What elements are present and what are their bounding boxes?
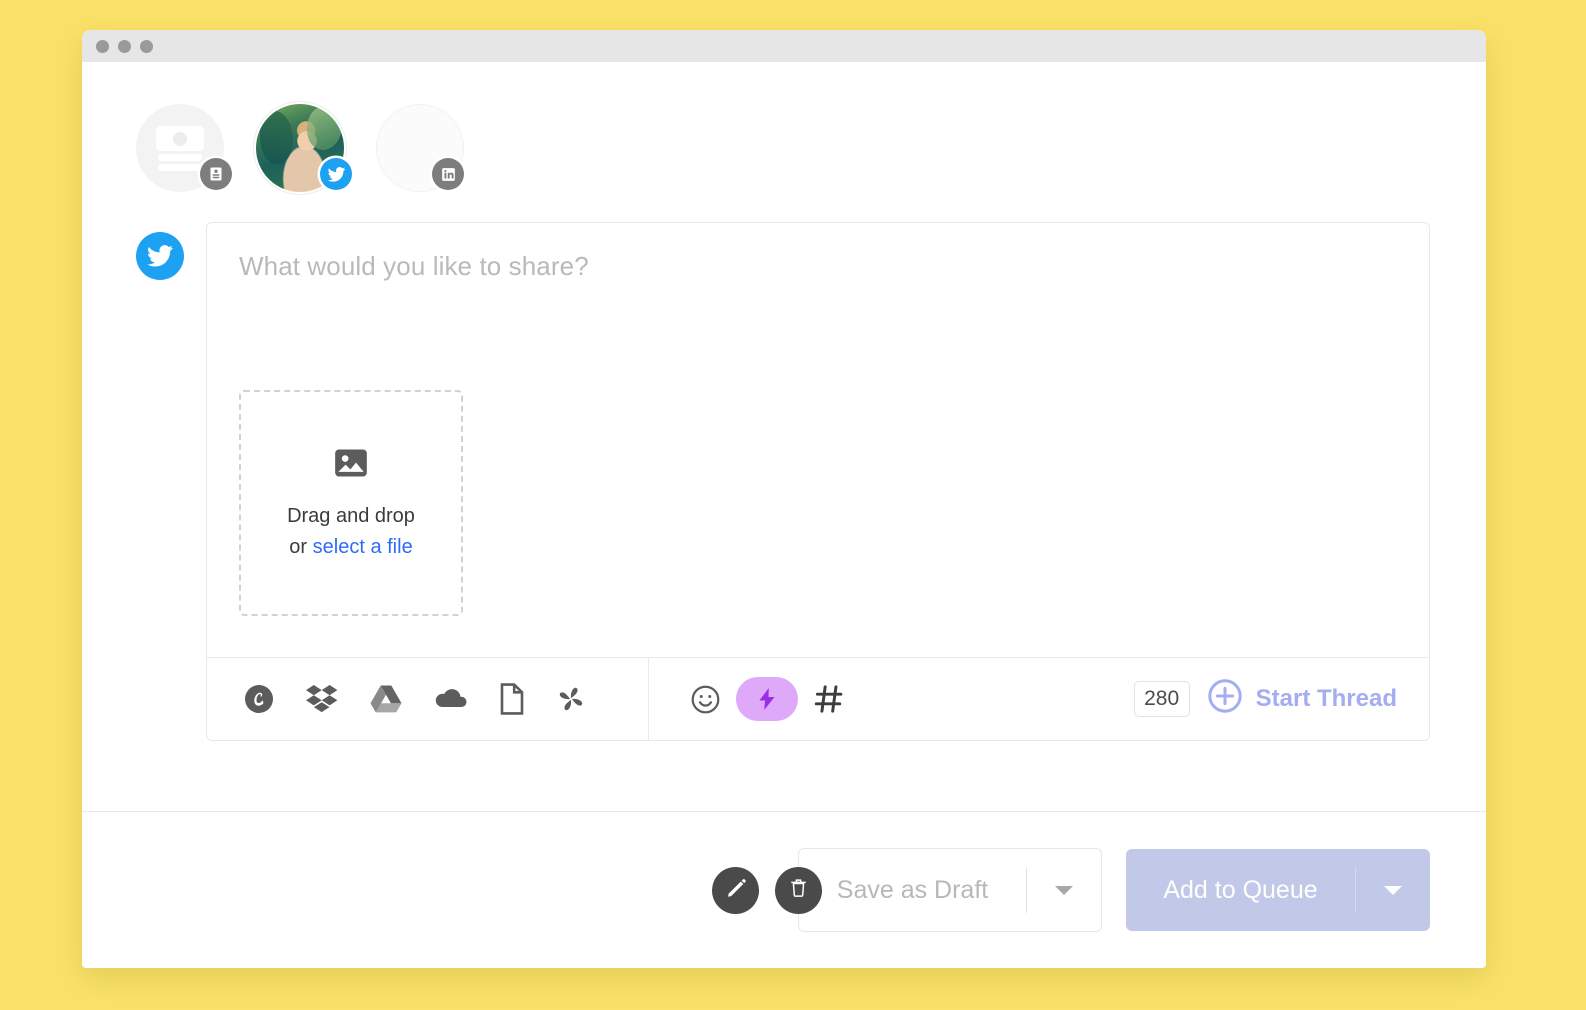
dropzone-text: Drag and drop or select a file (287, 501, 415, 563)
start-thread-button[interactable]: Start Thread (1206, 677, 1397, 722)
composer-placeholder: What would you like to share? (239, 251, 589, 281)
image-icon (332, 444, 370, 487)
composer-footer: Save as Draft Add to Queue (82, 811, 1486, 968)
hashtag-icon[interactable] (812, 682, 846, 716)
file-source-group (207, 658, 649, 740)
account-avatar-linkedin[interactable] (376, 104, 464, 192)
composer-box: What would you like to share? Drag and d… (206, 222, 1430, 741)
character-counter: 280 (1133, 681, 1190, 717)
account-avatar-placeholder[interactable] (136, 104, 232, 192)
canva-icon[interactable] (243, 683, 275, 715)
chevron-down-icon (1384, 885, 1402, 895)
dropzone-line1: Drag and drop (287, 504, 415, 527)
app-window: What would you like to share? Drag and d… (82, 30, 1486, 968)
window-titlebar (82, 30, 1486, 62)
add-to-queue-button[interactable]: Add to Queue (1126, 849, 1430, 931)
save-as-draft-label[interactable]: Save as Draft (799, 849, 1026, 931)
dropbox-icon[interactable] (305, 684, 339, 714)
twitter-icon (136, 232, 184, 280)
delete-button[interactable] (775, 866, 822, 914)
floating-action-group (712, 866, 822, 914)
file-dropzone[interactable]: Drag and drop or select a file (239, 390, 463, 617)
profile-placeholder-icon (156, 126, 204, 171)
onedrive-icon[interactable] (433, 686, 469, 712)
window-close-dot[interactable] (96, 39, 109, 53)
lightning-bolt-icon[interactable] (736, 677, 798, 721)
contact-card-icon (200, 158, 232, 190)
plus-circle-icon (1206, 677, 1244, 722)
account-avatar-twitter[interactable] (256, 104, 352, 192)
emoji-icon[interactable] (689, 683, 722, 716)
add-to-queue-dropdown[interactable] (1356, 849, 1430, 931)
select-a-file-link[interactable]: select a file (313, 536, 413, 558)
add-to-queue-label[interactable]: Add to Queue (1126, 849, 1355, 931)
twitter-icon (320, 158, 352, 190)
composer-editor[interactable]: What would you like to share? Drag and d… (207, 223, 1429, 657)
save-as-draft-dropdown[interactable] (1027, 849, 1101, 931)
linkedin-icon (432, 158, 464, 190)
pencil-icon (725, 877, 747, 904)
start-thread-label: Start Thread (1255, 685, 1397, 712)
composer-row: What would you like to share? Drag and d… (82, 192, 1486, 741)
trash-icon (788, 877, 809, 903)
account-selector (82, 62, 1486, 192)
pinwheel-icon[interactable] (555, 683, 587, 715)
composer-toolbar: 280 Start Thread (207, 657, 1429, 740)
edit-button[interactable] (712, 866, 759, 914)
google-drive-icon[interactable] (369, 684, 403, 714)
chevron-down-icon (1055, 885, 1073, 895)
dropzone-line2: or select a file (287, 532, 415, 563)
box-icon[interactable] (499, 683, 525, 715)
window-maximize-dot[interactable] (140, 39, 153, 53)
dropzone-prefix: or (289, 535, 313, 558)
composer-tools-group (649, 658, 846, 740)
toolbar-right-group: 280 Start Thread (1133, 677, 1429, 722)
save-as-draft-button[interactable]: Save as Draft (798, 848, 1102, 932)
window-content: What would you like to share? Drag and d… (82, 62, 1486, 968)
window-minimize-dot[interactable] (118, 39, 131, 53)
